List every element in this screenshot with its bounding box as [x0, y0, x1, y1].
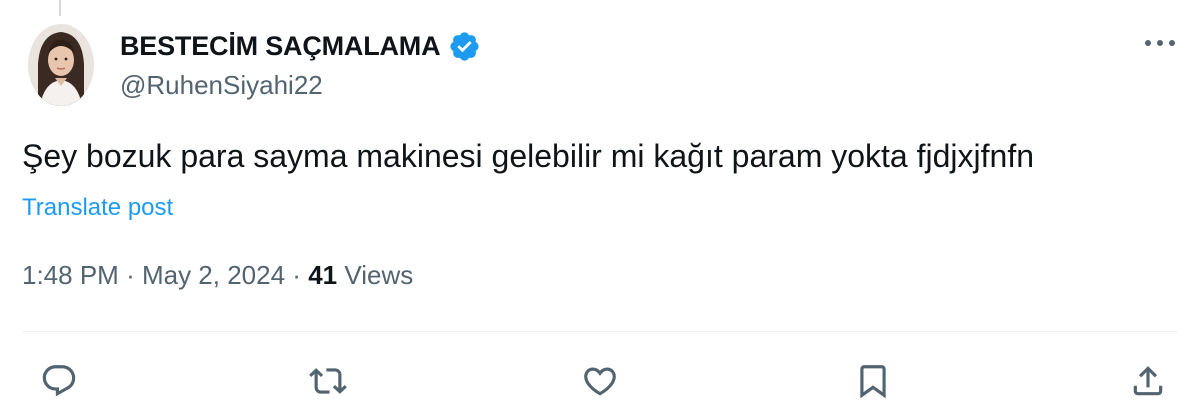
post-text: Şey bozuk para sayma makinesi gelebilir …: [22, 138, 1034, 174]
heart-icon: [584, 367, 616, 396]
repost-icon: [309, 368, 347, 394]
profile-photo-avatar-image: [28, 24, 94, 106]
repost-button[interactable]: [305, 358, 351, 404]
bookmark-icon: [860, 365, 886, 399]
post-time[interactable]: 1:48 PM: [22, 260, 119, 290]
verified-badge-icon[interactable]: [448, 30, 481, 63]
more-options-button[interactable]: [1138, 28, 1182, 58]
meta-separator: ·: [126, 260, 135, 290]
author-display-name[interactable]: BESTECİM SAÇMALAMA: [120, 31, 441, 62]
more-dots-icon: [1145, 40, 1175, 46]
translate-post-link[interactable]: Translate post: [22, 194, 173, 222]
share-button[interactable]: [1125, 358, 1171, 404]
like-button[interactable]: [577, 358, 623, 404]
post-meta: 1:48 PM · May 2, 2024 · 41 Views: [22, 260, 413, 291]
reply-button[interactable]: [36, 358, 82, 404]
post-date[interactable]: May 2, 2024: [142, 260, 285, 290]
thread-connector-line: [59, 0, 61, 16]
avatar[interactable]: [28, 24, 94, 106]
views-label: Views: [344, 260, 414, 290]
author-handle[interactable]: @RuhenSiyahi22: [120, 70, 323, 101]
meta-separator: ·: [292, 260, 301, 290]
reply-icon: [42, 365, 76, 397]
actions-divider: [22, 331, 1178, 332]
share-icon: [1133, 366, 1163, 396]
views-count: 41: [308, 260, 338, 290]
bookmark-button[interactable]: [850, 358, 896, 404]
author-name-row: BESTECİM SAÇMALAMA: [120, 28, 481, 64]
